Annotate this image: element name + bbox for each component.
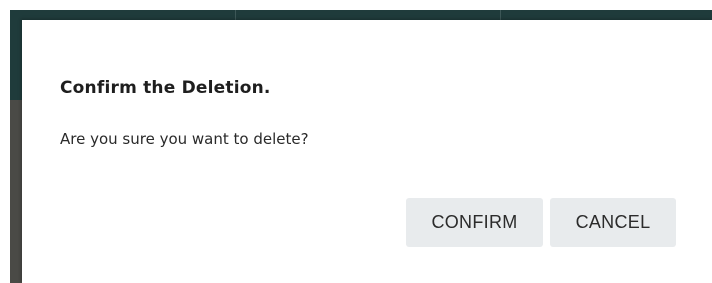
confirm-button[interactable]: CONFIRM xyxy=(406,198,543,247)
cancel-button[interactable]: CANCEL xyxy=(550,198,676,247)
backdrop-column-divider xyxy=(500,10,501,20)
backdrop-column-divider xyxy=(235,10,236,20)
confirm-deletion-dialog: Confirm the Deletion. Are you sure you w… xyxy=(22,20,712,283)
dialog-message: Are you sure you want to delete? xyxy=(60,130,309,148)
backdrop-side-area xyxy=(10,100,22,283)
dialog-title: Confirm the Deletion. xyxy=(60,78,271,98)
